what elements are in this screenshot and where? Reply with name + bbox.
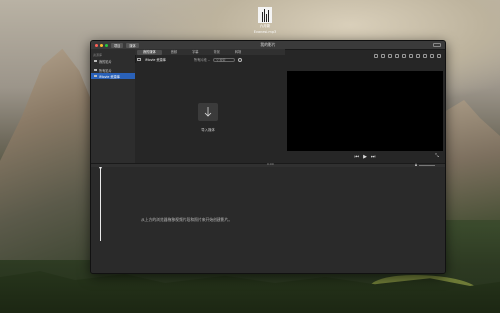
window-title: 我的影片: [260, 42, 276, 47]
tab-my-media[interactable]: 我的媒体: [137, 49, 162, 55]
stabilization-icon[interactable]: [395, 54, 399, 58]
color-correction-icon[interactable]: [381, 54, 385, 58]
media-tabs: 我的媒体 音频 字幕 背景 转场: [135, 49, 285, 55]
search-icon: ⚲: [216, 57, 219, 62]
play-icon[interactable]: ▶: [363, 154, 367, 160]
fullscreen-icon[interactable]: ⤡: [435, 153, 439, 159]
desktop-file-name-line1: 六月新: [259, 24, 271, 28]
filter-icon[interactable]: [423, 54, 427, 58]
desktop-file-name-line2: Evanesi.mp3: [253, 29, 277, 34]
crop-icon[interactable]: [388, 54, 392, 58]
video-viewer: [287, 71, 443, 151]
sidebar-item-label: 所有影片: [99, 68, 112, 73]
sidebar-item-label: iMovie 资源库: [99, 74, 120, 79]
playhead[interactable]: [100, 169, 101, 241]
film-icon: [94, 59, 97, 63]
imovie-window: 项目 媒体 我的影片 资源库 我的影片 所有影片 iMovie 资源库 我的媒体…: [90, 40, 446, 274]
info-icon[interactable]: [430, 54, 434, 58]
share-icon[interactable]: [433, 42, 441, 47]
timeline-hint: 从上方的浏览器拖移视频片段和照片来开始创建影片。: [141, 217, 233, 222]
import-media-button[interactable]: [198, 103, 218, 121]
sidebar: 资源库 我的影片 所有影片 iMovie 资源库: [91, 49, 136, 163]
sidebar-toggle-icon[interactable]: [137, 58, 141, 61]
skip-forward-icon[interactable]: ⏭: [371, 154, 376, 160]
music-file-icon: [258, 7, 272, 23]
adjustment-toolbar: [285, 49, 445, 63]
search-placeholder: 搜索: [219, 57, 226, 62]
zoom-slider-handle[interactable]: [415, 163, 417, 166]
zoom-slider[interactable]: [419, 165, 435, 166]
folder-icon: [94, 68, 97, 72]
playback-controls: ⏮ ▶ ⏭: [285, 151, 445, 163]
clip-filter-dropdown[interactable]: 所有片段 ⌄: [194, 57, 210, 62]
skip-back-icon[interactable]: ⏮: [355, 154, 360, 160]
gear-icon[interactable]: [238, 57, 243, 62]
sidebar-section-title: 资源库: [93, 53, 103, 57]
desktop-file[interactable]: 六月新 Evanesi.mp3: [252, 7, 278, 34]
search-input[interactable]: ⚲ 搜索: [213, 57, 236, 62]
sidebar-item-imovie-library[interactable]: iMovie 资源库: [91, 73, 135, 79]
library-bar: iMovie 资源库 所有片段 ⌄ ⚲ 搜索: [135, 56, 285, 63]
tab-audio[interactable]: 音频: [165, 50, 183, 55]
volume-icon[interactable]: [402, 54, 406, 58]
download-arrow-icon: [204, 107, 212, 117]
color-balance-icon[interactable]: [374, 54, 378, 58]
media-browser: 导入媒体: [135, 63, 285, 163]
tab-backgrounds[interactable]: 背景: [208, 50, 226, 55]
reset-icon[interactable]: [437, 54, 441, 58]
speed-icon[interactable]: [416, 54, 420, 58]
timecode: 0:00: [267, 162, 274, 166]
library-title: iMovie 资源库: [145, 58, 166, 62]
library-icon: [94, 74, 97, 78]
sidebar-item-label: 我的影片: [99, 59, 112, 64]
tab-transitions[interactable]: 转场: [229, 50, 247, 55]
import-media-label: 导入媒体: [201, 128, 215, 132]
tab-titles[interactable]: 字幕: [186, 50, 204, 55]
noise-reduction-icon[interactable]: [409, 54, 413, 58]
